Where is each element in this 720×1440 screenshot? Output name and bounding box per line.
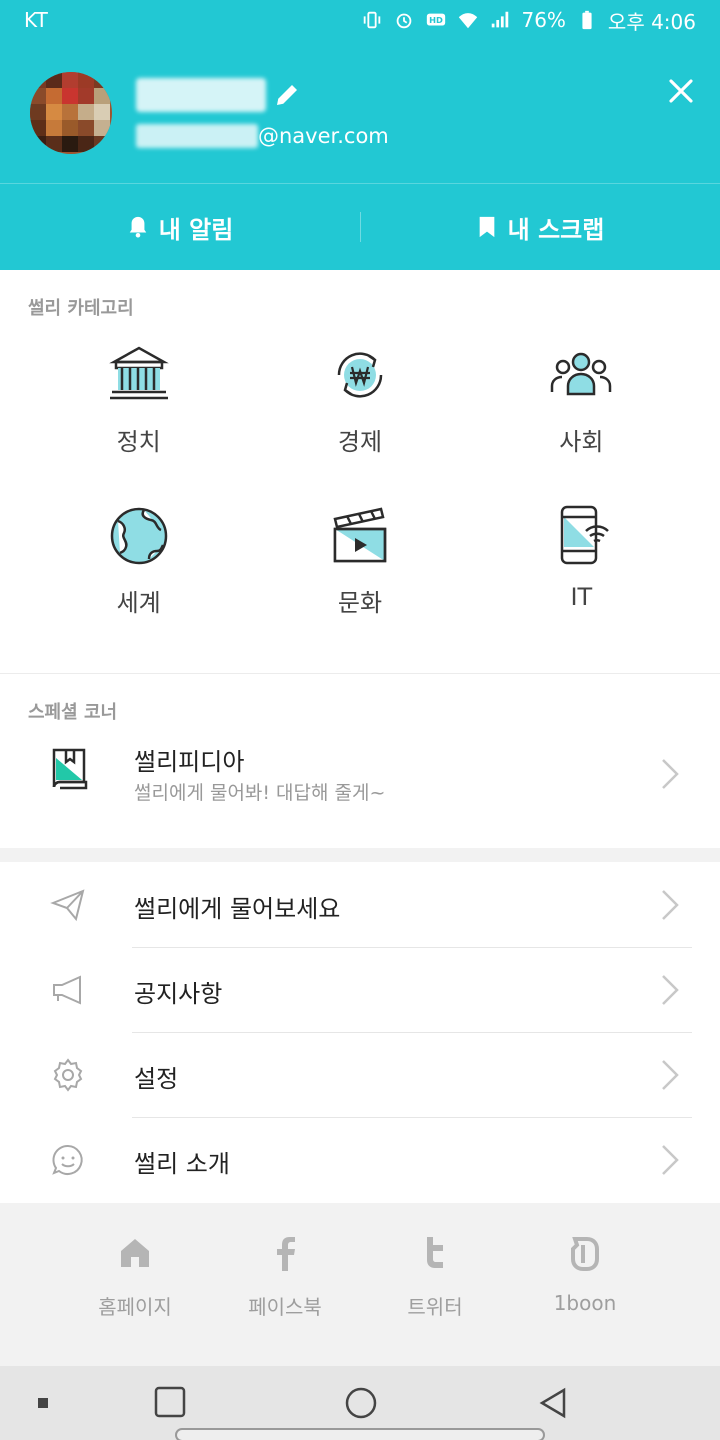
recents-dot-icon[interactable] <box>36 1396 50 1410</box>
my-notifications-label: 내 알림 <box>158 215 234 244</box>
menu-about-label: 썰리 소개 <box>134 1150 230 1178</box>
sullypedia-row[interactable]: 썰리피디아 썰리에게 물어봐! 대답해 줄게~ <box>0 728 720 828</box>
globe-icon <box>110 507 167 565</box>
menu-ask-sully[interactable]: 썰리에게 물어보세요 <box>0 863 720 948</box>
chevron-right-icon <box>662 759 679 789</box>
battery-percent: 76% <box>521 8 566 32</box>
1boon-icon <box>571 1237 599 1271</box>
vibrate-icon <box>364 11 381 29</box>
category-grid: 정치 경제 사회 세계 문화 IT <box>28 340 692 618</box>
menu-notice-label: 공지사항 <box>134 980 223 1008</box>
email-redacted <box>136 124 258 148</box>
category-society[interactable]: 사회 <box>471 340 692 457</box>
footer-homepage[interactable]: 홈페이지 <box>60 1233 210 1366</box>
pencil-icon[interactable] <box>272 80 302 110</box>
svg-text:HD: HD <box>430 15 444 25</box>
email-row: @naver.com <box>136 124 389 148</box>
twitter-icon <box>427 1237 443 1268</box>
footer-twitter[interactable]: 트위터 <box>360 1233 510 1366</box>
category-economy-label: 경제 <box>337 428 383 456</box>
won-exchange-icon <box>337 352 383 398</box>
user-name-redacted <box>136 78 266 112</box>
home-circle-icon[interactable] <box>344 1386 378 1420</box>
category-it[interactable]: IT <box>471 501 692 618</box>
category-economy[interactable]: 경제 <box>249 340 470 457</box>
my-scrap-tab[interactable]: 내 스크랩 <box>360 184 720 270</box>
footer-links: 홈페이지 페이스북 트위터 1boon <box>0 1203 720 1366</box>
book-icon <box>52 748 88 790</box>
signal-icon <box>492 11 509 28</box>
nav-drag-handle[interactable] <box>175 1428 545 1440</box>
footer-1boon-label: 1boon <box>553 1291 617 1315</box>
bank-building-icon <box>108 346 169 400</box>
footer-facebook[interactable]: 페이스북 <box>210 1233 360 1366</box>
category-it-label: IT <box>570 583 593 611</box>
system-nav-bar <box>0 1366 720 1440</box>
email-domain: @naver.com <box>258 124 389 148</box>
back-triangle-icon[interactable] <box>536 1386 570 1420</box>
clock: 오후 4:06 <box>607 9 696 34</box>
megaphone-icon <box>53 975 81 1005</box>
section-divider <box>0 673 720 674</box>
menu-about[interactable]: 썰리 소개 <box>0 1118 720 1203</box>
special-section-label: 스페셜 코너 <box>28 702 118 723</box>
menu-notice[interactable]: 공지사항 <box>0 948 720 1033</box>
category-world-label: 세계 <box>116 589 161 617</box>
wifi-icon <box>459 13 478 29</box>
header-tabs: 내 알림 내 스크랩 <box>0 184 720 270</box>
category-culture-label: 문화 <box>337 589 383 617</box>
bell-icon <box>129 216 146 238</box>
footer-twitter-label: 트위터 <box>407 1295 463 1319</box>
battery-icon <box>582 10 592 30</box>
chevron-right-icon <box>662 890 679 920</box>
menu-settings-label: 설정 <box>134 1065 179 1093</box>
category-politics[interactable]: 정치 <box>28 340 249 457</box>
footer-1boon[interactable]: 1boon <box>510 1233 660 1366</box>
my-scrap-label: 내 스크랩 <box>507 215 605 244</box>
sullypedia-subtitle: 썰리에게 물어봐! 대답해 줄게~ <box>134 782 386 804</box>
category-section-label: 썰리 카테고리 <box>28 298 134 319</box>
menu-settings[interactable]: 설정 <box>0 1033 720 1118</box>
chevron-right-icon <box>662 1145 679 1175</box>
close-icon[interactable] <box>666 76 696 106</box>
carrier-label: KT <box>24 8 48 32</box>
tab-separator <box>360 212 361 242</box>
footer-facebook-label: 페이스북 <box>248 1295 322 1319</box>
category-world[interactable]: 세계 <box>28 501 249 618</box>
paper-plane-icon <box>50 889 85 922</box>
alarm-icon <box>397 13 412 29</box>
gear-icon <box>53 1058 83 1092</box>
section-divider-thick <box>0 848 720 862</box>
status-icons: HD 76% 오후 4:06 <box>361 6 696 35</box>
my-notifications-tab[interactable]: 내 알림 <box>0 184 360 270</box>
footer-homepage-label: 홈페이지 <box>98 1295 172 1319</box>
bookmark-icon <box>479 216 494 238</box>
menu-ask-sully-label: 썰리에게 물어보세요 <box>134 895 341 923</box>
hd-icon: HD <box>427 13 446 26</box>
overview-square-icon[interactable] <box>154 1386 186 1418</box>
category-politics-label: 정치 <box>116 428 161 456</box>
smile-bubble-icon <box>52 1144 83 1175</box>
category-society-label: 사회 <box>559 428 604 456</box>
facebook-icon <box>277 1237 295 1271</box>
chevron-right-icon <box>662 975 679 1005</box>
status-bar: KT HD 76% 오후 4:06 <box>0 0 720 40</box>
profile-header: @naver.com 내 알림 내 스크랩 <box>0 40 720 270</box>
clapperboard-icon <box>333 507 387 563</box>
home-icon <box>121 1239 149 1267</box>
avatar[interactable] <box>30 72 112 154</box>
category-culture[interactable]: 문화 <box>249 501 470 618</box>
people-group-icon <box>551 352 612 396</box>
smartphone-wifi-icon <box>561 505 610 565</box>
sullypedia-title: 썰리피디아 <box>134 748 245 776</box>
chevron-right-icon <box>662 1060 679 1090</box>
